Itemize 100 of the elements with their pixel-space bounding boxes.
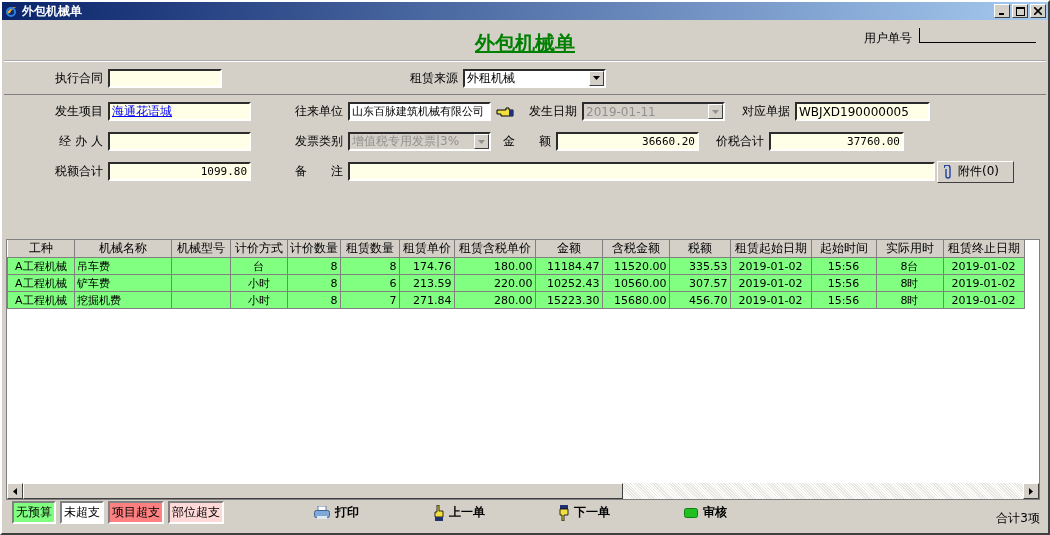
table-cell: 456.70 <box>669 291 730 309</box>
table-cell: 8时 <box>876 274 943 292</box>
left-arrow-icon <box>13 487 17 495</box>
column-header[interactable]: 起始时间 <box>811 240 876 258</box>
column-header[interactable]: 租赁含税单价 <box>454 240 535 258</box>
table-cell: 2019-01-02 <box>943 257 1024 275</box>
column-header[interactable]: 机械名称 <box>74 240 171 258</box>
table-cell: 271.84 <box>399 291 454 309</box>
legend-item: 未超支 <box>60 501 104 524</box>
field-label: 金 额 <box>502 133 552 150</box>
field-label: 执行合同 <box>54 69 104 87</box>
maximize-button[interactable] <box>1012 4 1028 18</box>
input-field[interactable]: 36660.20 <box>556 132 699 151</box>
pointing-hand-icon[interactable] <box>496 106 514 117</box>
minimize-button[interactable] <box>994 4 1010 18</box>
column-header[interactable]: 机械型号 <box>171 240 230 258</box>
field-label: 价税合计 <box>715 133 765 150</box>
indicator-icon <box>684 507 698 518</box>
table-cell: 10252.43 <box>535 274 602 292</box>
prev-button[interactable]: 上一单 <box>434 504 559 521</box>
input-field[interactable]: 37760.00 <box>769 132 904 151</box>
table-cell: 15:56 <box>811 274 876 292</box>
table-cell: 11520.00 <box>602 257 669 275</box>
table-cell: 15:56 <box>811 291 876 309</box>
window-title: 外包机械单 <box>22 2 82 20</box>
input-field[interactable]: 海通花语城 <box>108 102 251 121</box>
table-cell <box>171 257 230 275</box>
dropdown-arrow-icon[interactable] <box>593 76 600 80</box>
print-button[interactable]: 打印 <box>314 504 434 521</box>
next-button[interactable]: 下一单 <box>559 504 684 521</box>
close-icon <box>1034 7 1042 15</box>
dropdown-field[interactable]: 外租机械 <box>463 68 606 88</box>
hand-down-icon <box>559 504 569 521</box>
scroll-left-button[interactable] <box>7 483 23 499</box>
hand-up-icon <box>434 504 444 521</box>
table-cell: 2019-01-02 <box>730 291 811 309</box>
table-cell: 307.57 <box>669 274 730 292</box>
field-label: 发票类别 <box>294 133 344 150</box>
column-header[interactable]: 租赁数量 <box>340 240 399 258</box>
legend-item: 无预算 <box>12 501 56 524</box>
column-header[interactable]: 计价数量 <box>287 240 340 258</box>
table-cell: 180.00 <box>454 257 535 275</box>
table-cell: 7 <box>340 291 399 309</box>
table-cell: 15680.00 <box>602 291 669 309</box>
table-cell: 280.00 <box>454 291 535 309</box>
table-cell: 10560.00 <box>602 274 669 292</box>
table-cell: 15:56 <box>811 257 876 275</box>
table-cell: 2019-01-02 <box>943 291 1024 309</box>
table-cell: 铲车费 <box>74 274 171 292</box>
table-cell: A工程机械 <box>7 257 74 275</box>
table-cell: 8 <box>340 257 399 275</box>
column-header[interactable]: 租赁起始日期 <box>730 240 811 258</box>
table-cell: 335.53 <box>669 257 730 275</box>
input-field[interactable]: 山东百脉建筑机械有限公司 <box>348 102 491 121</box>
form-title: 外包机械单 <box>475 29 575 57</box>
field-label: 经 办 人 <box>58 133 104 150</box>
column-header[interactable]: 租赁单价 <box>399 240 454 258</box>
project-link[interactable]: 海通花语城 <box>112 104 172 119</box>
user-number-field[interactable] <box>919 28 1036 43</box>
attachment-button[interactable]: 附件(0) <box>937 160 1014 183</box>
column-header[interactable]: 租赁终止日期 <box>943 240 1024 258</box>
column-header[interactable]: 计价方式 <box>230 240 287 258</box>
table-cell: 8 <box>287 291 340 309</box>
table-cell: 174.76 <box>399 257 454 275</box>
table-cell <box>171 291 230 309</box>
scroll-right-button[interactable] <box>1023 483 1039 499</box>
table-cell: 15223.30 <box>535 291 602 309</box>
legend-item: 部位超支 <box>168 501 224 524</box>
approve-button[interactable]: 审核 <box>684 504 804 521</box>
field-label: 往来单位 <box>294 103 344 120</box>
app-icon <box>4 4 18 18</box>
column-header[interactable]: 金额 <box>535 240 602 258</box>
field-label: 备 注 <box>294 163 344 180</box>
column-header[interactable]: 实际用时 <box>876 240 943 258</box>
table-cell: 220.00 <box>454 274 535 292</box>
table-cell: 8 <box>287 257 340 275</box>
table-cell <box>171 274 230 292</box>
table-cell: 2019-01-02 <box>730 257 811 275</box>
close-button[interactable] <box>1030 4 1046 18</box>
input-field[interactable] <box>348 162 935 181</box>
table-cell: 8 <box>287 274 340 292</box>
table-cell: 2019-01-02 <box>943 274 1024 292</box>
input-field[interactable]: 1099.80 <box>108 162 251 181</box>
table-cell: 8时 <box>876 291 943 309</box>
table-cell: 台 <box>230 257 287 275</box>
input-field[interactable]: WBJXD190000005 <box>795 102 930 121</box>
legend-item: 项目超支 <box>108 501 164 524</box>
table-cell: 213.59 <box>399 274 454 292</box>
input-field[interactable] <box>108 132 251 151</box>
table-cell: 小时 <box>230 291 287 309</box>
column-header[interactable]: 工种 <box>7 240 74 258</box>
table-cell: 挖掘机费 <box>74 291 171 309</box>
table-cell: 8台 <box>876 257 943 275</box>
scrollbar-thumb[interactable] <box>23 483 623 499</box>
right-arrow-icon <box>1029 487 1033 495</box>
column-header[interactable]: 税额 <box>669 240 730 258</box>
input-field[interactable] <box>108 68 222 88</box>
column-header[interactable]: 含税金额 <box>602 240 669 258</box>
table-cell: 吊车费 <box>74 257 171 275</box>
table-cell: 小时 <box>230 274 287 292</box>
